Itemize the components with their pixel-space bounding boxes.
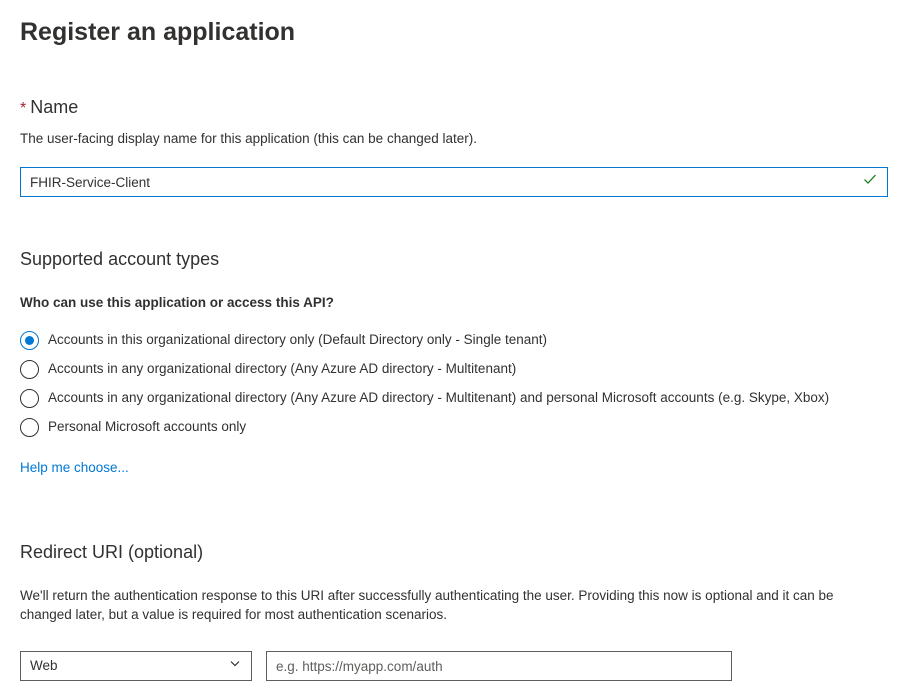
radio-single-tenant[interactable]: Accounts in this organizational director… <box>20 331 888 350</box>
help-me-choose-link[interactable]: Help me choose... <box>20 459 888 478</box>
redirect-uri-input[interactable] <box>266 651 732 681</box>
account-types-question: Who can use this application or access t… <box>20 294 888 313</box>
chevron-down-icon <box>229 657 241 676</box>
account-types-title: Supported account types <box>20 247 888 272</box>
name-label-row: *Name <box>20 95 888 120</box>
name-input-wrapper <box>20 167 888 197</box>
radio-icon <box>20 418 39 437</box>
radio-icon <box>20 360 39 379</box>
redirect-uri-row: Web <box>20 651 888 681</box>
redirect-uri-description: We'll return the authentication response… <box>20 587 888 625</box>
radio-label: Accounts in this organizational director… <box>48 331 547 350</box>
radio-multitenant[interactable]: Accounts in any organizational directory… <box>20 360 888 379</box>
radio-multitenant-personal[interactable]: Accounts in any organizational directory… <box>20 389 888 408</box>
name-input[interactable] <box>20 167 888 197</box>
account-types-radio-group: Accounts in this organizational director… <box>20 331 888 437</box>
radio-icon <box>20 331 39 350</box>
radio-label: Personal Microsoft accounts only <box>48 418 246 437</box>
name-help-text: The user-facing display name for this ap… <box>20 130 888 149</box>
required-indicator: * <box>20 100 26 117</box>
platform-select[interactable]: Web <box>20 651 252 681</box>
platform-selected-value: Web <box>30 657 58 676</box>
page-title: Register an application <box>20 15 888 50</box>
radio-label: Accounts in any organizational directory… <box>48 389 829 408</box>
radio-icon <box>20 389 39 408</box>
radio-label: Accounts in any organizational directory… <box>48 360 516 379</box>
radio-personal-only[interactable]: Personal Microsoft accounts only <box>20 418 888 437</box>
redirect-uri-title: Redirect URI (optional) <box>20 540 888 565</box>
name-label: Name <box>30 97 78 117</box>
